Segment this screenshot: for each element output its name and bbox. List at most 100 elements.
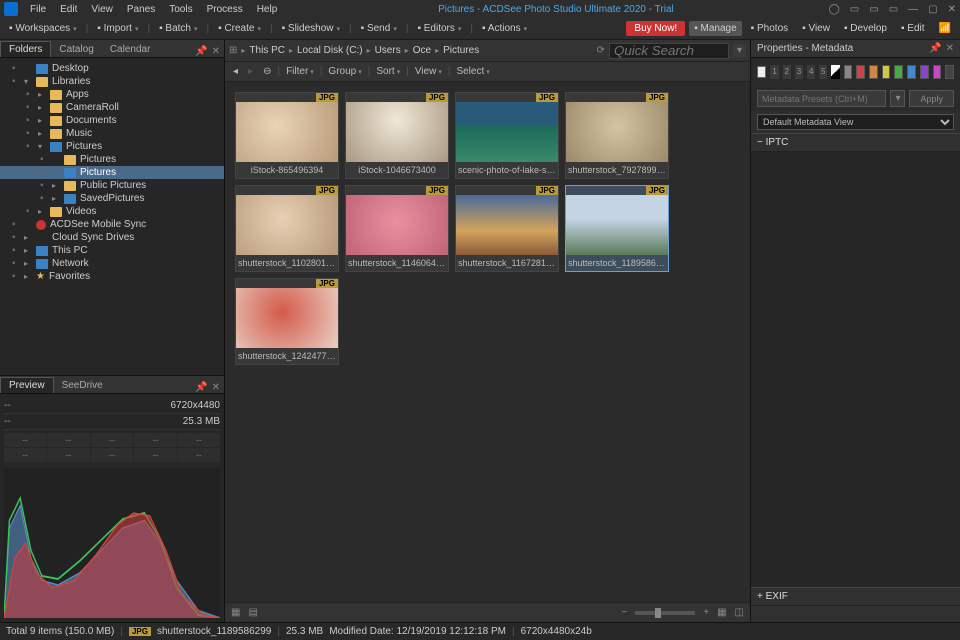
tree-item[interactable]: ▪ ▸ Apps (0, 88, 224, 101)
stats-icon[interactable]: 📶 (934, 21, 956, 36)
exif-section-header[interactable]: + EXIF (751, 587, 960, 606)
breadcrumb-item[interactable]: Pictures (443, 45, 479, 56)
tb-slideshow[interactable]: ▪ Slideshow ▾ (277, 21, 345, 36)
zoom-out-icon[interactable]: − (621, 607, 627, 618)
nav-back-icon[interactable]: ◂ (229, 66, 242, 77)
menu-view[interactable]: View (85, 2, 119, 17)
apply-button[interactable]: Apply (909, 90, 954, 107)
tb-send[interactable]: ▪ Send ▾ (356, 21, 402, 36)
preset-dropdown-icon[interactable]: ▾ (890, 90, 905, 107)
breadcrumb-item[interactable]: Users (375, 45, 401, 56)
panel-close-icon[interactable]: ✕ (212, 46, 220, 57)
rating-4[interactable]: 4 (807, 65, 815, 79)
user-icon[interactable]: ◯ (829, 4, 840, 15)
tree-item[interactable]: ▪ ▸ Music (0, 127, 224, 140)
tb-workspaces[interactable]: ▪ Workspaces ▾ (4, 21, 82, 36)
footer-icon[interactable]: ▦ (231, 607, 240, 618)
layout-icon-3[interactable]: ▭ (889, 4, 898, 15)
tree-item[interactable]: ▪ ▸ Videos (0, 205, 224, 218)
thumbnail[interactable]: JPG scenic-photo-of-lake-surroun... (455, 92, 559, 179)
tag-checkbox[interactable] (757, 66, 766, 78)
thumbnail[interactable]: JPG shutterstock_1102801724 (235, 185, 339, 272)
expand-icon[interactable]: ⊞ (229, 45, 237, 56)
preview-tab-preview[interactable]: Preview (0, 377, 54, 393)
menu-edit[interactable]: Edit (54, 2, 83, 17)
rating-5[interactable]: 5 (819, 65, 827, 79)
color-label-swatch[interactable] (945, 65, 954, 79)
tree-item[interactable]: ▪ ▸ Network (0, 257, 224, 270)
footer-icon[interactable]: ▦ (717, 607, 726, 618)
tb-actions[interactable]: ▪ Actions ▾ (477, 21, 532, 36)
zoom-in-icon[interactable]: + (703, 607, 709, 618)
filterbar-group[interactable]: Group ▾ (324, 66, 365, 77)
panel-close-icon[interactable]: ✕ (212, 382, 220, 393)
left-tab-catalog[interactable]: Catalog (51, 42, 101, 57)
color-label-swatch[interactable] (882, 65, 891, 79)
filterbar-select[interactable]: Select ▾ (452, 66, 493, 77)
rating-1[interactable]: 1 (770, 65, 778, 79)
panel-close-icon[interactable]: ✕ (946, 43, 954, 54)
tree-item[interactable]: ▪ ▾ Pictures (0, 140, 224, 153)
mode-manage[interactable]: ▪ Manage (689, 21, 741, 36)
thumbnail[interactable]: JPG iStock-1046673400 (345, 92, 449, 179)
rating-3[interactable]: 3 (795, 65, 803, 79)
color-label-swatch[interactable] (856, 65, 865, 79)
tree-item[interactable]: ▪ ▸ ★ Favorites (0, 270, 224, 283)
minimize-icon[interactable]: — (908, 4, 918, 15)
menu-help[interactable]: Help (251, 2, 284, 17)
thumbnail-size-slider[interactable] (635, 611, 695, 615)
color-label-swatch[interactable] (894, 65, 903, 79)
layout-icon-1[interactable]: ▭ (850, 4, 859, 15)
folder-tree[interactable]: ▪ Desktop ▪ ▾ Libraries ▪ ▸ Apps ▪ ▸ Cam… (0, 58, 224, 375)
tree-item[interactable]: ▪ ▸ CameraRoll (0, 101, 224, 114)
menu-file[interactable]: File (24, 2, 52, 17)
thumbnail[interactable]: JPG shutterstock_1242477334 (235, 278, 339, 365)
panel-pin-icon[interactable]: 📌 (195, 46, 207, 57)
maximize-icon[interactable]: ▢ (928, 4, 937, 15)
tree-item[interactable]: ▪ ▸ SavedPictures (0, 192, 224, 205)
menu-panes[interactable]: Panes (121, 2, 161, 17)
color-label-swatch[interactable] (844, 65, 853, 79)
preview-tab-seedrive[interactable]: SeeDrive (54, 378, 111, 393)
refresh-icon[interactable]: ⟳ (597, 45, 605, 56)
color-label-swatch[interactable] (920, 65, 929, 79)
breadcrumb-item[interactable]: Oce (413, 45, 431, 56)
metadata-view-select[interactable]: Default Metadata View (757, 114, 954, 130)
left-tab-calendar[interactable]: Calendar (102, 42, 159, 57)
quick-search-input[interactable] (609, 43, 729, 59)
tree-item[interactable]: ▪ ACDSee Mobile Sync (0, 218, 224, 231)
thumbnail[interactable]: JPG iStock-865496394 (235, 92, 339, 179)
menu-tools[interactable]: Tools (163, 2, 198, 17)
thumbnail-grid[interactable]: JPG iStock-865496394 JPG iStock-10466734… (225, 82, 750, 602)
tree-item[interactable]: ▪ ▸ Public Pictures (0, 179, 224, 192)
tree-item[interactable]: ▪ ▸ Cloud Sync Drives (0, 231, 224, 244)
tb-create[interactable]: ▪ Create ▾ (213, 21, 266, 36)
mode-develop[interactable]: ▪ Develop (839, 21, 892, 36)
buy-now-button[interactable]: Buy Now! (626, 21, 685, 36)
nav-up-icon[interactable]: ⊖ (259, 66, 275, 77)
breadcrumb-item[interactable]: Local Disk (C:) (297, 45, 363, 56)
menu-process[interactable]: Process (201, 2, 249, 17)
metadata-preset-input[interactable] (757, 90, 886, 107)
thumbnail[interactable]: JPG shutterstock_1189586299 (565, 185, 669, 272)
search-dropdown-icon[interactable]: ▾ (733, 44, 746, 57)
color-label-swatch[interactable] (933, 65, 942, 79)
tree-item[interactable]: ▪ ▸ Documents (0, 114, 224, 127)
iptc-section-header[interactable]: − IPTC (751, 133, 960, 152)
tree-item[interactable]: ▪ ▾ Libraries (0, 75, 224, 88)
clear-rating-icon[interactable] (831, 65, 839, 79)
panel-pin-icon[interactable]: 📌 (929, 43, 941, 54)
tb-batch[interactable]: ▪ Batch ▾ (154, 21, 202, 36)
panel-pin-icon[interactable]: 📌 (195, 382, 207, 393)
nav-fwd-icon[interactable]: ▸ (244, 66, 257, 77)
layout-icon-2[interactable]: ▭ (869, 4, 878, 15)
tree-item[interactable]: ▪ Pictures (0, 153, 224, 166)
filterbar-sort[interactable]: Sort ▾ (372, 66, 404, 77)
rating-2[interactable]: 2 (783, 65, 791, 79)
thumbnail[interactable]: JPG shutterstock_1146064715 (345, 185, 449, 272)
breadcrumb-item[interactable]: This PC (249, 45, 285, 56)
mode-edit[interactable]: ▪ Edit (896, 21, 930, 36)
mode-view[interactable]: ▪ View (797, 21, 835, 36)
thumbnail[interactable]: JPG shutterstock_792789943 (565, 92, 669, 179)
footer-icon[interactable]: ◫ (735, 607, 744, 618)
